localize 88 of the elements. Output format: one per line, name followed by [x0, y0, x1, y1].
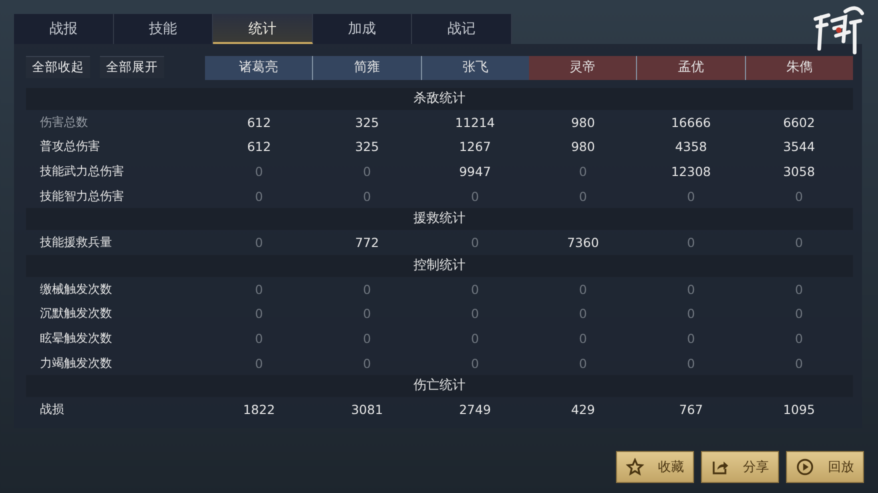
- table-cell-text: 3081: [350, 402, 384, 418]
- hero-name: 孟优: [637, 56, 746, 80]
- tab[interactable]: 统计: [213, 14, 313, 44]
- row-label: 缴械触发次数: [39, 280, 113, 298]
- table-cell-text: 0: [362, 306, 372, 322]
- table-cell-text: 0: [254, 188, 264, 204]
- table-cell-text: 0: [470, 356, 480, 371]
- row-label: 普攻总伤害: [39, 138, 101, 156]
- table-cell-text: 0: [794, 330, 804, 346]
- table-cell-text: 0: [686, 306, 696, 322]
- table-cell-text: 0: [254, 164, 264, 179]
- table-cell-text: 1822: [242, 402, 276, 418]
- row-label: 技能武力总伤害: [39, 162, 125, 180]
- table-cell-text: 0: [254, 356, 264, 371]
- table-cell-text: 3058: [782, 164, 816, 179]
- table-cell-text: 0: [686, 188, 696, 204]
- row-label: 沉默触发次数: [39, 305, 113, 322]
- row-label: 力竭触发次数: [39, 354, 113, 372]
- row-label: 技能援救兵量: [39, 234, 113, 252]
- table-cell-text: 1267: [458, 139, 492, 154]
- table-cell-text: 1095: [782, 402, 816, 418]
- table-cell-text: 429: [570, 402, 596, 418]
- action-button[interactable]: 收藏: [616, 451, 694, 483]
- table-cell-text: 0: [578, 356, 588, 371]
- table-cell-text: 0: [470, 282, 480, 297]
- hero-name: 灵帝: [529, 56, 638, 80]
- action-button[interactable]: 分享: [701, 451, 779, 483]
- table-cell-text: 0: [362, 330, 372, 346]
- table-cell-text: 0: [578, 306, 588, 322]
- table-cell-text: 767: [678, 402, 704, 418]
- table-cell-text: 11214: [454, 114, 496, 130]
- table-cell-text: 325: [354, 114, 380, 130]
- hero-name: 张飞: [461, 59, 490, 77]
- table-cell-text: 0: [362, 282, 372, 297]
- table-cell-text: 0: [794, 306, 804, 322]
- table-cell-text: 612: [246, 139, 272, 154]
- table-cell-text: 12308: [670, 164, 712, 179]
- row-label: 伤害总数: [39, 114, 89, 131]
- table-cell-text: 0: [470, 235, 480, 250]
- table-cell-text: 0: [470, 188, 480, 204]
- table-cell-text: 0: [686, 356, 696, 371]
- table-cell-text: 980: [570, 114, 596, 130]
- table-cell-text: 7360: [566, 235, 600, 250]
- table-cell-text: 0: [254, 235, 264, 250]
- table-cell-text: 9947: [458, 164, 492, 179]
- table-cell-text: 325: [354, 139, 380, 154]
- section-title: 杀敌统计: [414, 91, 466, 106]
- toggle-button[interactable]: 全部收起: [26, 56, 90, 78]
- hero-name: 简雍: [313, 56, 422, 80]
- table-cell-text: 0: [578, 188, 588, 204]
- row-label: 眩晕触发次数: [39, 330, 113, 347]
- table-cell-text: 0: [578, 164, 588, 179]
- section-title: 伤亡统计: [414, 378, 466, 394]
- table-cell-text: 0: [470, 330, 480, 346]
- table-cell-text: 0: [794, 282, 804, 297]
- table-cell-text: 612: [246, 114, 272, 130]
- table-cell-text: 6602: [782, 114, 816, 130]
- hero-name: 朱儁: [785, 59, 814, 77]
- toggle-button[interactable]: 全部展开: [100, 56, 164, 78]
- table-cell-text: 772: [354, 235, 380, 250]
- table-cell-text: 0: [794, 235, 804, 250]
- table-cell-text: 0: [470, 306, 480, 322]
- table-cell-text: 0: [794, 356, 804, 371]
- star-icon: [626, 458, 644, 476]
- table-cell-text: 0: [362, 188, 372, 204]
- table-cell-text: 16666: [670, 114, 712, 130]
- section-title: 援救统计: [414, 211, 466, 226]
- table-cell-text: 0: [362, 356, 372, 371]
- table-cell-text: 0: [254, 330, 264, 346]
- table-cell-text: 0: [362, 164, 372, 179]
- table-cell-text: 0: [578, 330, 588, 346]
- action-button[interactable]: 回放: [786, 451, 864, 483]
- table-cell-text: 0: [254, 282, 264, 297]
- row-label: 战损: [39, 401, 65, 418]
- table-cell-text: 0: [686, 235, 696, 250]
- table-cell-text: 980: [570, 139, 596, 154]
- table-cell-text: 0: [578, 282, 588, 297]
- row-label: 技能智力总伤害: [39, 188, 125, 205]
- table-cell-text: 3544: [782, 139, 816, 154]
- table-cell-text: 2749: [458, 402, 492, 418]
- section-title: 控制统计: [414, 258, 466, 273]
- table-cell-text: 0: [794, 188, 804, 204]
- table-cell-text: 4358: [674, 139, 708, 154]
- table-cell-text: 0: [686, 282, 696, 297]
- play-icon: [796, 458, 814, 476]
- table-cell-text: 0: [686, 330, 696, 346]
- hero-name: 诸葛亮: [205, 56, 314, 80]
- table-cell-text: 0: [254, 306, 264, 322]
